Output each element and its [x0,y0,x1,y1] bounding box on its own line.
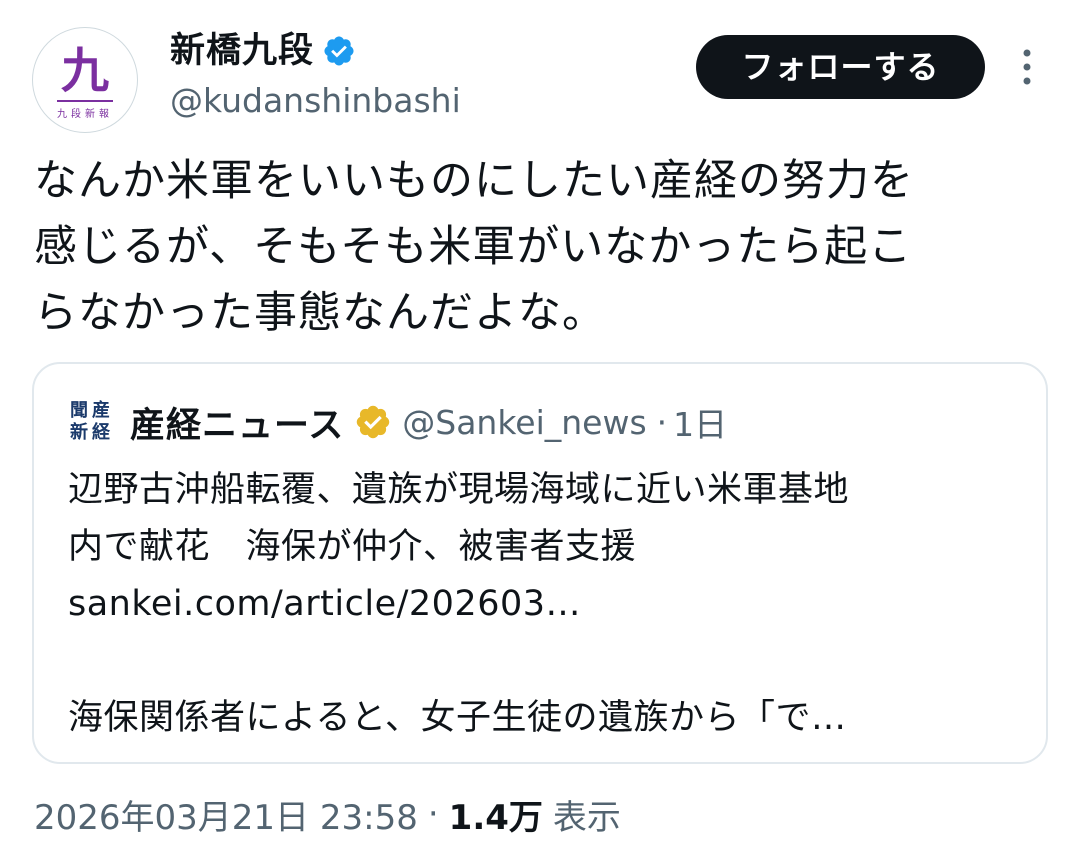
view-count-label: 表示 [552,797,621,838]
verified-badge-icon[interactable] [322,34,356,68]
quoted-body-line: 内で献花 海保が仲介、被害者支援 [68,527,637,567]
tweet-text-line: 感じるが、そもそも米軍がいなかったら起こ [34,222,913,272]
quoted-author-avatar[interactable]: 聞 産 新 経 [68,399,114,445]
tweet-text: なんか米軍をいいものにしたい産経の努力を 感じるが、そもそも米軍がいなかったら起… [34,148,1044,346]
quoted-avatar-char: 新 [70,422,88,443]
quoted-tweet-body: 辺野古沖船転覆、遺族が現場海域に近い米軍基地 内で献花 海保が仲介、被害者支援 … [68,462,1018,747]
avatar-subtext: 九段新報 [57,109,113,120]
quoted-avatar-char: 産 [92,400,110,421]
tweet-timestamp[interactable]: 2026年03月21日 23:58 [34,790,418,839]
quoted-link[interactable]: sankei.com/article/202603… [68,576,1018,633]
quoted-body-blank-line [68,633,1018,690]
quoted-tweet-card[interactable]: 聞 産 新 経 産経ニュース @Sankei_news · 1日 辺野古沖船転覆… [32,362,1048,764]
meta-separator: · [427,794,439,834]
quoted-author-name[interactable]: 産経ニュース [130,397,344,448]
quoted-body-line: 辺野古沖船転覆、遺族が現場海域に近い米軍基地 [68,470,850,510]
tweet-text-line: なんか米軍をいいものにしたい産経の努力を [34,156,914,206]
tweet-text-line: らなかった事態なんだよな。 [34,288,606,338]
quoted-separator: · [656,402,668,442]
quoted-author-handle[interactable]: @Sankei_news [402,403,646,442]
view-count: 1.4万 [448,797,543,838]
author-name-row[interactable]: 新橋九段 [170,28,356,74]
quoted-timestamp[interactable]: 1日 [673,398,727,446]
author-avatar[interactable]: 九 九段新報 [32,27,138,133]
avatar-divider [57,100,113,102]
tweet-meta: 2026年03月21日 23:58 · 1.4万 表示 [34,786,621,842]
quoted-body-line: 海保関係者によると、女子生徒の遺族から「で… [68,698,847,738]
gold-verified-badge-icon[interactable] [354,403,392,441]
avatar-kanji: 九 [60,43,109,99]
follow-button[interactable]: フォローする [696,35,985,99]
quoted-avatar-char: 経 [92,422,110,443]
avatar-logo: 九 九段新報 [37,32,133,128]
author-handle[interactable]: @kudanshinbashi [170,80,461,122]
quoted-tweet-header: 聞 産 新 経 産経ニュース @Sankei_news · 1日 [68,394,727,450]
more-options-icon[interactable] [1010,45,1044,89]
author-display-name[interactable]: 新橋九段 [170,28,314,74]
quoted-avatar-char: 聞 [70,400,88,421]
